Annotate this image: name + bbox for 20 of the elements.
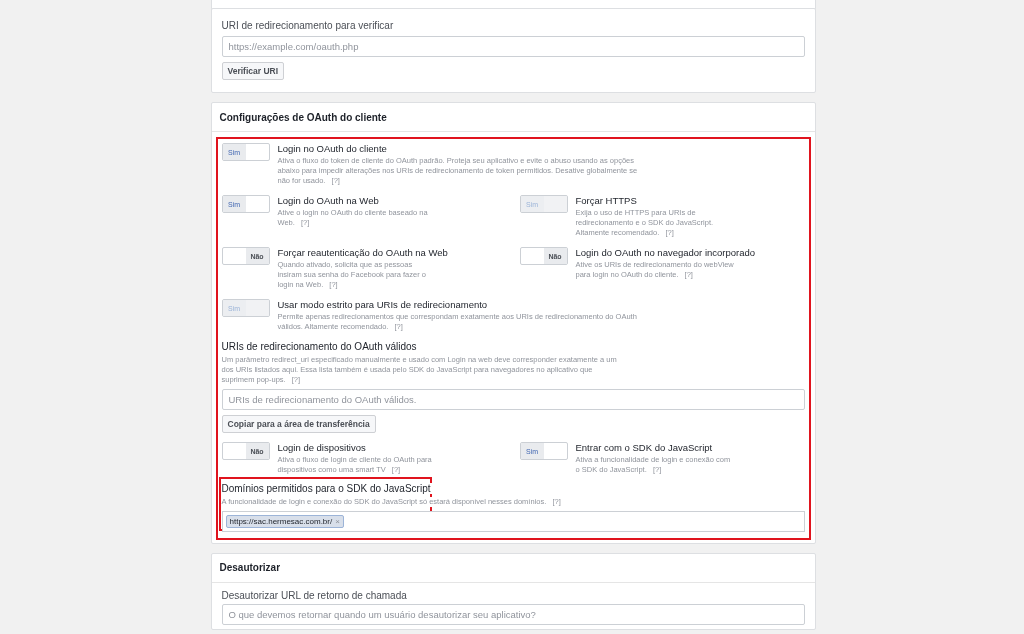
setting-title: Login de dispositivos [277,442,367,454]
section-title: Desautorizar [211,554,815,583]
url-input-field[interactable]: https://example.com/oauth.php [221,36,805,57]
verify-uri-button[interactable]: Verificar URI [221,62,285,80]
domains-field[interactable]: https://sac.hermesac.com.br/ × [221,511,805,532]
setting-title: Usar modo estrito para URIs de redirecionamento [277,299,489,311]
field-label: Desautorizar URL de retorno de chamada [221,590,408,601]
domain-tag: https://sac.hermesac.com.br/ × [225,515,344,528]
section-title: Configurações de OAuth do cliente [211,103,815,132]
copy-button[interactable]: Copiar para a área de transferência [221,415,376,433]
field-label: URI de redirecionamento para verificar [221,20,395,31]
setting-title: Forçar HTTPS [575,195,638,207]
setting-title: Entrar com o SDK do JavaScript [575,442,714,454]
setting-title: Forçar reautenticação do OAuth na Web [277,247,448,259]
callback-url-field[interactable]: O que devemos retornar quando um usuário desautorizar seu aplicativo? [221,604,805,625]
setting-title: Login do OAuth no navegador incorporado [575,247,756,259]
field-label: URIs de redirecionamento do OAuth válidos [221,341,418,352]
uri-list-field[interactable]: URIs de redirecionamento do OAuth válidos. [221,389,805,410]
setting-title: Login do OAuth na Web [277,195,380,207]
setting-title: Login no OAuth do cliente [277,143,388,155]
